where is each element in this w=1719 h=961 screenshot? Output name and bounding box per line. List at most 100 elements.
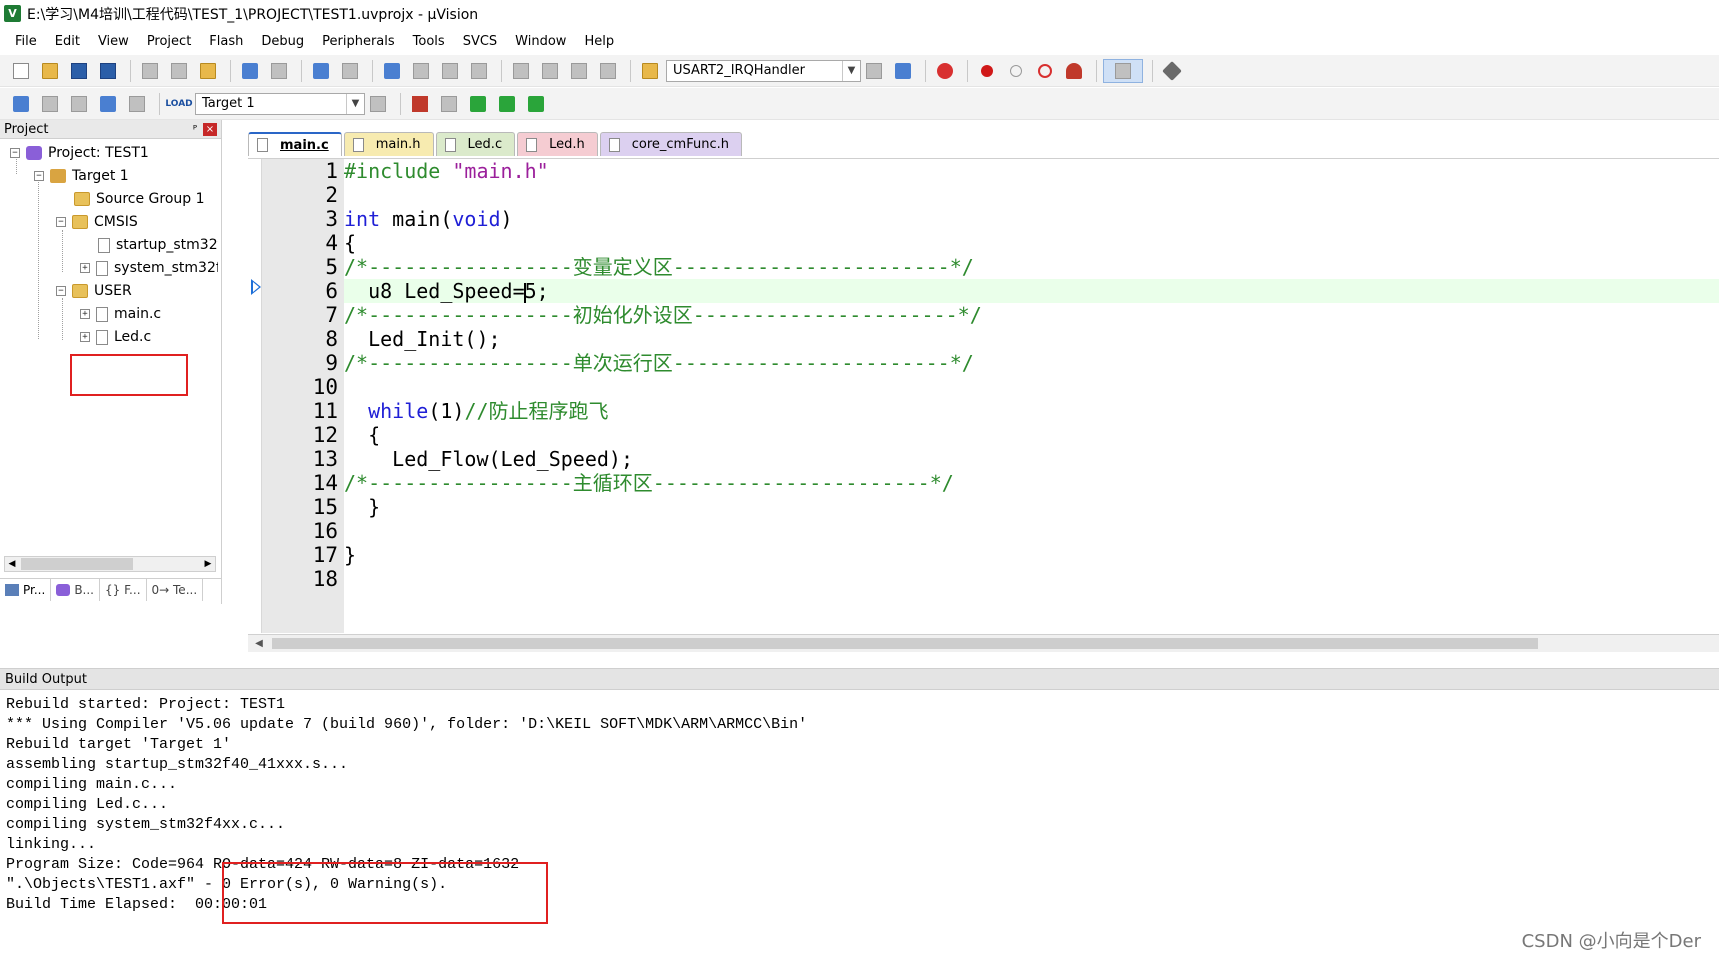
menu-view[interactable]: View	[89, 34, 138, 49]
expand-icon[interactable]: +	[80, 263, 90, 273]
editor-tab-led-h[interactable]: Led.h	[517, 132, 598, 156]
code-token: 5;	[524, 279, 549, 303]
collapse-icon[interactable]: −	[34, 171, 44, 181]
comment-button[interactable]	[566, 59, 592, 83]
indent-button[interactable]	[508, 59, 534, 83]
tree-node-project[interactable]: − Project: TEST1	[10, 142, 149, 164]
disable-breakpoint-button[interactable]	[1003, 59, 1029, 83]
save-button[interactable]	[66, 59, 92, 83]
menu-peripherals[interactable]: Peripherals	[313, 34, 404, 49]
open-file-button[interactable]	[37, 59, 63, 83]
editor-horizontal-scrollbar[interactable]: ◀	[248, 634, 1719, 652]
menu-flash[interactable]: Flash	[200, 34, 252, 49]
tree-node-cmsis[interactable]: − CMSIS	[56, 211, 138, 233]
menu-help[interactable]: Help	[575, 34, 623, 49]
incremental-find-button[interactable]	[890, 59, 916, 83]
menu-svcs[interactable]: SVCS	[454, 34, 506, 49]
scroll-left-icon[interactable]: ◀	[5, 557, 19, 571]
window-layout-button[interactable]	[1103, 58, 1143, 83]
kill-breakpoints-button[interactable]	[1061, 59, 1087, 83]
configure-button[interactable]	[1159, 59, 1185, 83]
build-output-pane[interactable]: Rebuild started: Project: TEST1 *** Usin…	[0, 691, 1719, 961]
editor-gutter[interactable]	[248, 159, 262, 633]
menu-debug[interactable]: Debug	[252, 34, 313, 49]
download-button[interactable]: LOAD	[165, 92, 193, 116]
scroll-left-icon[interactable]: ◀	[252, 636, 266, 650]
paste-button[interactable]	[195, 59, 221, 83]
software-packs-button[interactable]	[523, 92, 549, 116]
code-line-8: Led_Init();	[344, 327, 1719, 351]
insert-breakpoint-button[interactable]	[974, 59, 1000, 83]
rebuild-button[interactable]	[66, 92, 92, 116]
undo-button[interactable]	[237, 59, 263, 83]
new-file-button[interactable]	[8, 59, 34, 83]
uncomment-button[interactable]	[595, 59, 621, 83]
tree-node-startup-file[interactable]: startup_stm32f4	[98, 234, 218, 256]
close-icon[interactable]: ×	[203, 122, 217, 136]
menu-edit[interactable]: Edit	[46, 34, 89, 49]
code-area[interactable]: #include "main.h" int main(void) { /*---…	[344, 159, 1719, 633]
expand-icon[interactable]: +	[80, 332, 90, 342]
bookmark-next-button[interactable]	[437, 59, 463, 83]
redo-button[interactable]	[266, 59, 292, 83]
stop-build-button[interactable]	[124, 92, 150, 116]
load-icon: LOAD	[165, 98, 193, 109]
collapse-icon[interactable]: −	[10, 148, 20, 158]
navigate-back-button[interactable]	[308, 59, 334, 83]
collapse-icon[interactable]: −	[56, 217, 66, 227]
pack-installer-button[interactable]	[494, 92, 520, 116]
scrollbar-thumb[interactable]	[21, 558, 133, 570]
manage-project-items-button[interactable]	[407, 92, 433, 116]
tab-books[interactable]: B...	[51, 579, 100, 601]
tab-project[interactable]: Pr...	[0, 579, 52, 601]
uvision-app-icon: V	[4, 5, 21, 22]
build-button[interactable]	[37, 92, 63, 116]
menu-tools[interactable]: Tools	[404, 34, 454, 49]
editor-tab-main-c[interactable]: main.c	[248, 132, 342, 156]
disable-all-breakpoints-button[interactable]	[1032, 59, 1058, 83]
debug-session-button[interactable]	[932, 59, 958, 83]
code-token: u8 Led_Speed=	[344, 279, 525, 303]
bookmark-toggle-button[interactable]	[379, 59, 405, 83]
function-combo[interactable]: USART2_IRQHandler ▼	[666, 59, 861, 82]
tree-node-system-file[interactable]: + system_stm32f4	[80, 257, 218, 279]
target-combo[interactable]: Target 1 ▼	[195, 92, 365, 115]
tab-functions[interactable]: {} F...	[100, 579, 147, 601]
editor-tab-core-cmfunc-h[interactable]: core_cmFunc.h	[599, 132, 742, 156]
tree-node-user[interactable]: − USER	[56, 280, 132, 302]
menu-project[interactable]: Project	[138, 34, 200, 49]
expand-icon[interactable]: +	[80, 309, 90, 319]
find-in-files-button[interactable]	[637, 59, 663, 83]
pin-icon[interactable]: ᴾ	[193, 123, 197, 136]
target-options-button[interactable]	[365, 92, 391, 116]
tree-node-led-c[interactable]: + Led.c	[80, 326, 151, 348]
bookmark-clear-button[interactable]	[466, 59, 492, 83]
tree-node-target[interactable]: − Target 1	[34, 165, 129, 187]
editor-tab-led-c[interactable]: Led.c	[435, 132, 516, 156]
chevron-down-icon[interactable]: ▼	[346, 93, 364, 114]
unindent-button[interactable]	[537, 59, 563, 83]
editor-tab-main-h[interactable]: main.h	[343, 132, 434, 156]
menu-window[interactable]: Window	[506, 34, 575, 49]
code-editor[interactable]: 1 2 3 4 5 6 7 8 9 10 11 12 13 14 15 16 1…	[248, 158, 1719, 633]
save-all-button[interactable]	[95, 59, 121, 83]
tree-node-main-c[interactable]: + main.c	[80, 303, 161, 325]
scrollbar-thumb[interactable]	[272, 638, 1538, 649]
copy-button[interactable]	[166, 59, 192, 83]
translate-button[interactable]	[8, 92, 34, 116]
navigate-forward-button[interactable]	[337, 59, 363, 83]
tree-node-source-group[interactable]: Source Group 1	[74, 188, 205, 210]
manage-rte-button[interactable]	[465, 92, 491, 116]
chevron-down-icon[interactable]: ▼	[842, 60, 860, 81]
tab-templates[interactable]: 0→ Te...	[147, 579, 204, 601]
line-number: 6	[325, 279, 338, 303]
find-button[interactable]	[861, 59, 887, 83]
select-packs-button[interactable]	[436, 92, 462, 116]
scroll-right-icon[interactable]: ▶	[201, 557, 215, 571]
collapse-icon[interactable]: −	[56, 286, 66, 296]
menu-file[interactable]: File	[6, 34, 46, 49]
cut-button[interactable]	[137, 59, 163, 83]
bookmark-prev-button[interactable]	[408, 59, 434, 83]
batch-build-button[interactable]	[95, 92, 121, 116]
project-horizontal-scrollbar[interactable]: ◀ ▶	[4, 556, 216, 572]
